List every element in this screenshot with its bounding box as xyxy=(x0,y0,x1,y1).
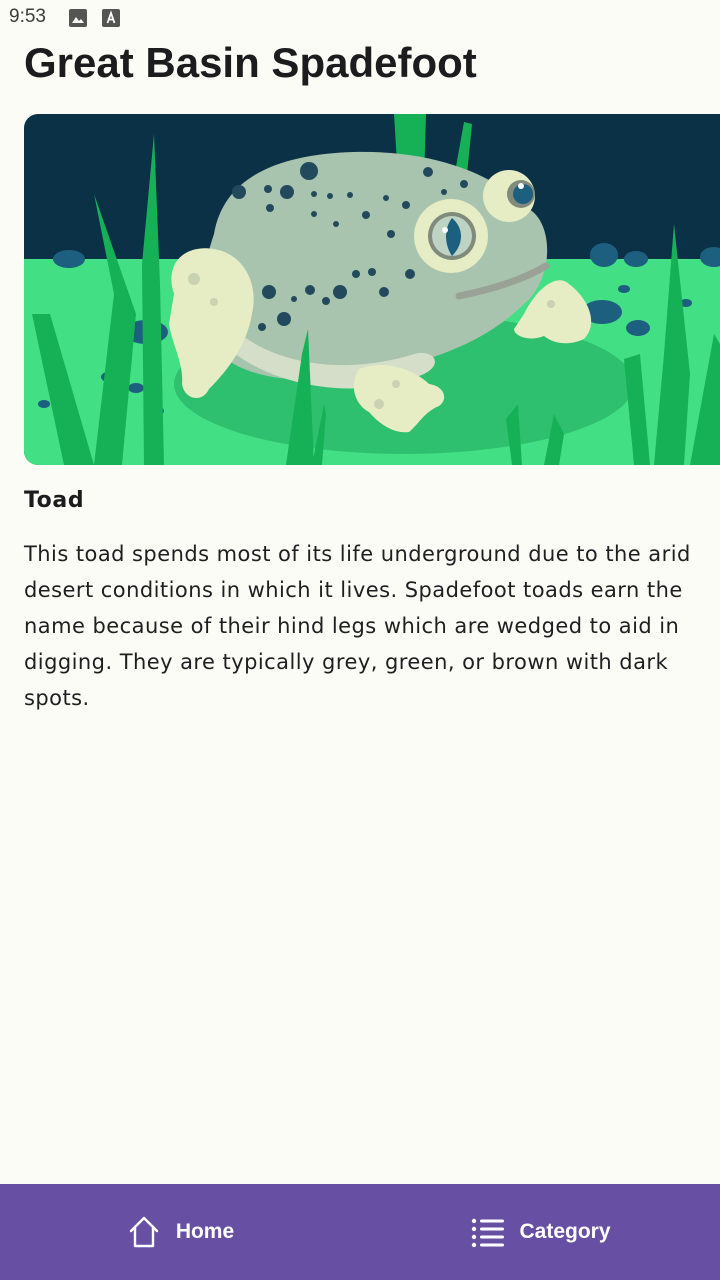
nav-category-button[interactable]: Category xyxy=(360,1184,720,1280)
nav-home-label: Home xyxy=(175,1220,235,1243)
hero-image xyxy=(24,114,720,465)
nav-home-button[interactable]: Home xyxy=(0,1184,360,1280)
nav-category-label: Category xyxy=(519,1220,611,1243)
status-bar: 9:53 xyxy=(0,0,720,36)
home-icon xyxy=(129,1216,159,1248)
page-title: Great Basin Spadefoot xyxy=(24,39,477,86)
font-icon xyxy=(102,9,120,27)
category-label: Toad xyxy=(24,488,85,513)
spadefoot-toad-illustration xyxy=(24,114,720,465)
image-icon xyxy=(69,9,87,27)
bottom-navigation: Home Category xyxy=(0,1184,720,1280)
status-time: 9:53 xyxy=(9,6,46,27)
list-icon xyxy=(472,1218,505,1248)
app-screen: 9:53 Great Basin Spadefoot Toad This toa… xyxy=(0,0,720,1280)
description-text: This toad spends most of its life underg… xyxy=(24,542,691,710)
